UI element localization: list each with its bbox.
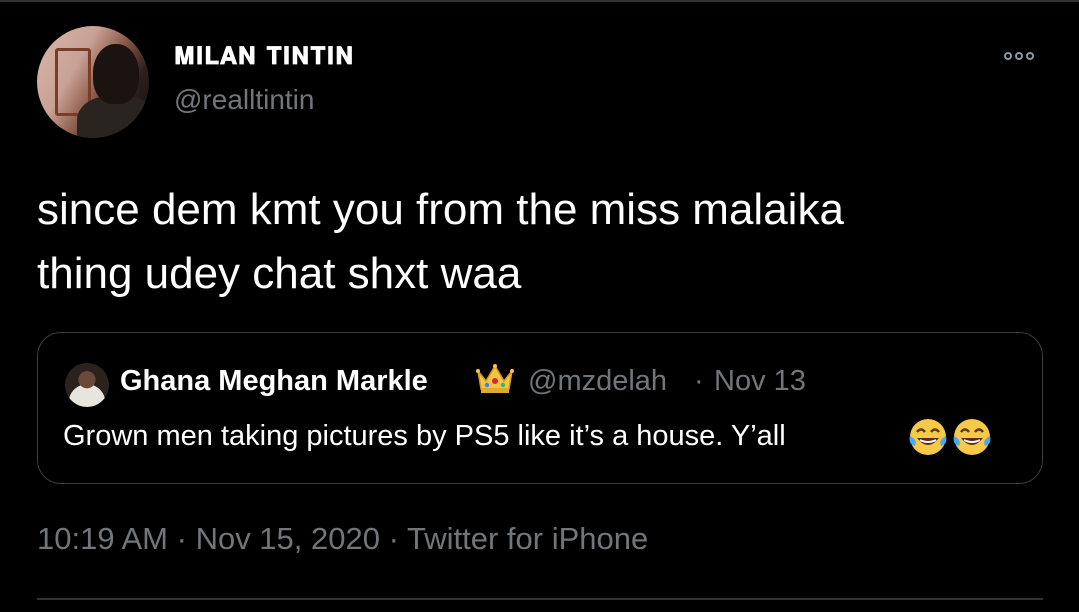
dot-icon (1026, 52, 1034, 60)
quoted-author-avatar (65, 363, 109, 407)
tweet-metadata: 10:19 AM · Nov 15, 2020 · Twitter for iP… (37, 521, 648, 557)
more-options-icon[interactable] (1004, 48, 1044, 64)
bottom-divider (37, 598, 1043, 600)
meta-separator: · (388, 521, 399, 556)
dot-icon (1004, 52, 1012, 60)
avatar-head (93, 44, 139, 104)
quoted-separator: · (694, 365, 704, 397)
quoted-date: Nov 13 (714, 365, 806, 397)
tweet-time[interactable]: 10:19 AM (37, 521, 168, 556)
quoted-tweet-text: Grown men taking pictures by PS5 like it… (63, 420, 786, 452)
dot-icon (1015, 52, 1023, 60)
quoted-author-handle: @mzdelah (528, 365, 668, 397)
quoted-tweet-card[interactable]: Ghana Meghan Markle @mzdelah · Nov 13 Gr… (37, 332, 1043, 484)
tweet-date[interactable]: Nov 15, 2020 (196, 521, 380, 556)
top-divider (0, 0, 1079, 2)
meta-separator: · (176, 521, 187, 556)
crown-icon (476, 364, 514, 393)
tweet-text: since dem kmt you from the miss malaika … (37, 185, 844, 298)
laughing-tears-icon (953, 419, 991, 455)
author-handle[interactable]: @realltintin (174, 84, 314, 116)
laughing-tears-icon (909, 419, 947, 455)
author-display-name[interactable]: 𝐌𝐈𝐋𝐀𝐍 𝐓𝐈𝐍𝐓𝐈𝐍 (174, 42, 354, 70)
tweet-source[interactable]: Twitter for iPhone (407, 521, 648, 556)
author-avatar[interactable] (37, 26, 149, 138)
quoted-author-name: Ghana Meghan Markle (120, 365, 428, 397)
